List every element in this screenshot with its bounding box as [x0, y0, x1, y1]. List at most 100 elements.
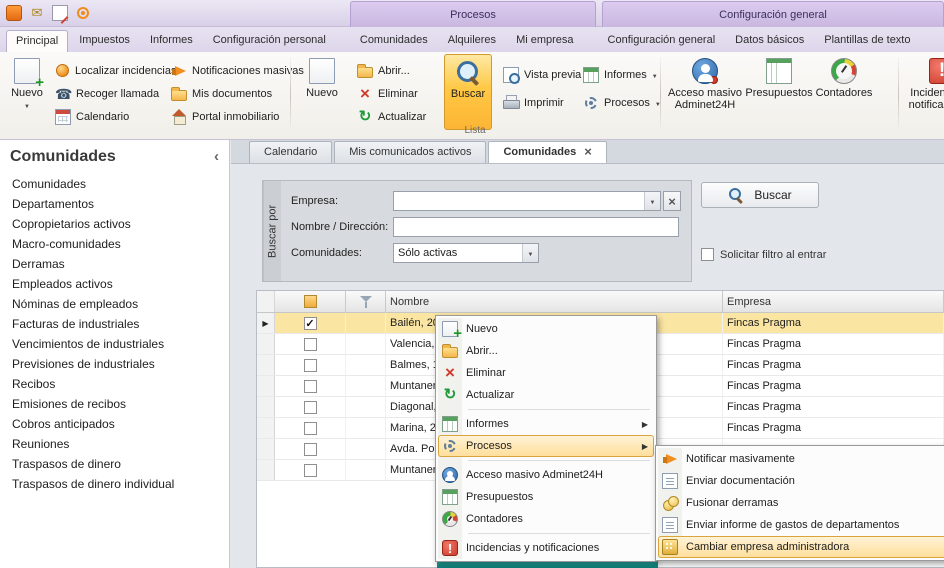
empresa-combobox[interactable] — [393, 191, 661, 211]
menu-item-presupuestos[interactable]: Presupuestos — [438, 486, 654, 508]
preview-button[interactable]: Vista previa — [500, 64, 584, 85]
mail-icon[interactable] — [29, 5, 45, 21]
calls-icon[interactable] — [75, 5, 91, 21]
row-checkbox-cell[interactable] — [275, 376, 346, 396]
request-filter-checkbox-row[interactable]: Solicitar filtro al entrar — [701, 248, 826, 261]
refresh-button[interactable]: Actualizar — [354, 106, 429, 127]
sidebar-item-traspasos-de-dinero-individual[interactable]: Traspasos de dinero individual — [0, 474, 229, 494]
row-checkbox-cell[interactable] — [275, 439, 346, 459]
doc-tab-comunidades[interactable]: Comunidades — [488, 141, 606, 163]
open-button[interactable]: Abrir... — [354, 60, 413, 81]
sidebar-item-empleados-activos[interactable]: Empleados activos — [0, 274, 229, 294]
menu-item-nuevo[interactable]: Nuevo — [438, 318, 654, 340]
delete-button[interactable]: Eliminar — [354, 83, 421, 104]
row-checkbox-cell[interactable] — [275, 460, 346, 480]
row-checkbox[interactable] — [304, 422, 317, 435]
search-button[interactable]: Buscar — [701, 182, 819, 208]
note-icon[interactable] — [52, 5, 68, 21]
tab-datos-basicos[interactable]: Datos básicos — [726, 30, 813, 52]
menu-item-incidencias-y-notificaciones[interactable]: Incidencias y notificaciones — [438, 537, 654, 559]
row-checkbox[interactable] — [304, 338, 317, 351]
real-estate-portal-button[interactable]: Portal inmobiliario — [168, 106, 282, 127]
pickup-call-button[interactable]: Recoger llamada — [52, 83, 162, 104]
tab-plantillas-de-texto[interactable]: Plantillas de texto — [815, 30, 919, 52]
tab-configuracion-personal[interactable]: Configuración personal — [204, 30, 335, 52]
sidebar-item-copropietarios-activos[interactable]: Copropietarios activos — [0, 214, 229, 234]
row-checkbox[interactable] — [304, 464, 317, 477]
doc-tab-mis-comunicados-activos[interactable]: Mis comunicados activos — [334, 141, 486, 163]
search-button-ribbon[interactable]: Buscar — [444, 54, 492, 130]
select-all-checkbox[interactable] — [304, 295, 317, 308]
reports-dropdown-button[interactable]: Informes — [580, 64, 661, 85]
close-icon[interactable] — [584, 141, 592, 164]
menu-item-acceso-masivo-adminet24h[interactable]: Acceso masivo Adminet24H — [438, 464, 654, 486]
sidebar-item-facturas-de-industriales[interactable]: Facturas de industriales — [0, 314, 229, 334]
new-list-item-button[interactable]: Nuevo — [298, 54, 346, 134]
sidebar-item-traspasos-de-dinero[interactable]: Traspasos de dinero — [0, 454, 229, 474]
submenu-item-enviar-documentacion[interactable]: Enviar documentación — [658, 470, 944, 492]
sidebar-item-recibos[interactable]: Recibos — [0, 374, 229, 394]
tab-informes[interactable]: Informes — [141, 30, 202, 52]
sidebar-item-emisiones-de-recibos[interactable]: Emisiones de recibos — [0, 394, 229, 414]
tab-impuestos[interactable]: Impuestos — [70, 30, 139, 52]
menu-item-contadores[interactable]: Contadores — [438, 508, 654, 530]
row-checkbox-cell[interactable] — [275, 313, 346, 333]
tab-principal[interactable]: Principal — [6, 30, 68, 52]
sidebar-item-derramas[interactable]: Derramas — [0, 254, 229, 274]
nombre-direccion-input[interactable] — [394, 218, 678, 236]
column-header-empresa[interactable]: Empresa — [723, 291, 944, 312]
menu-item-eliminar[interactable]: Eliminar — [438, 362, 654, 384]
sidebar-item-vencimientos-de-industriales[interactable]: Vencimientos de industriales — [0, 334, 229, 354]
sidebar-item-cobros-anticipados[interactable]: Cobros anticipados — [0, 414, 229, 434]
submenu-item-notificar-masivamente[interactable]: Notificar masivamente — [658, 448, 944, 470]
request-filter-checkbox[interactable] — [701, 248, 714, 261]
sidebar-item-departamentos[interactable]: Departamentos — [0, 194, 229, 214]
locate-incidents-button[interactable]: Localizar incidencias — [52, 60, 180, 81]
print-button[interactable]: Imprimir — [500, 92, 567, 113]
tab-comunidades[interactable]: Comunidades — [351, 30, 437, 52]
submenu-item-fusionar-derramas[interactable]: Fusionar derramas — [658, 492, 944, 514]
select-all-header[interactable] — [275, 291, 346, 312]
menu-item-informes[interactable]: Informes — [438, 413, 654, 435]
new-split-button[interactable]: Nuevo — [4, 54, 50, 134]
comunidades-combobox[interactable]: Sólo activas — [393, 243, 539, 263]
sidebar-item-nominas-de-empleados[interactable]: Nóminas de empleados — [0, 294, 229, 314]
calendar-button[interactable]: Calendario — [52, 106, 132, 127]
my-documents-button[interactable]: Mis documentos — [168, 83, 275, 104]
counters-button[interactable]: Contadores — [812, 54, 876, 134]
sidebar-item-reuniones[interactable]: Reuniones — [0, 434, 229, 454]
menu-item-actualizar[interactable]: Actualizar — [438, 384, 654, 406]
tab-configuracion-general[interactable]: Configuración general — [599, 30, 725, 52]
tab-alquileres[interactable]: Alquileres — [439, 30, 505, 52]
doc-tab-calendario[interactable]: Calendario — [249, 141, 332, 163]
row-checkbox[interactable] — [304, 380, 317, 393]
row-checkbox-cell[interactable] — [275, 397, 346, 417]
tab-mi-empresa[interactable]: Mi empresa — [507, 30, 582, 52]
row-checkbox-cell[interactable] — [275, 334, 346, 354]
incidents-notifications-button[interactable]: Incidencias y notificaciones — [902, 54, 944, 134]
submenu-item-enviar-informe-de-gastos[interactable]: Enviar informe de gastos de departamento… — [658, 514, 944, 536]
row-checkbox-cell[interactable] — [275, 418, 346, 438]
row-checkbox[interactable] — [304, 443, 317, 456]
menu-item-procesos[interactable]: Procesos — [438, 435, 654, 457]
adminet24h-mass-access-button[interactable]: Acceso masivo Adminet24H — [666, 54, 744, 134]
collapse-chevron-icon[interactable] — [214, 148, 219, 166]
clear-empresa-button[interactable] — [663, 191, 681, 211]
chevron-down-icon[interactable] — [644, 192, 660, 210]
processes-dropdown-button[interactable]: Procesos — [580, 92, 664, 113]
menu-item-abrir[interactable]: Abrir... — [438, 340, 654, 362]
column-header-nombre[interactable]: Nombre — [386, 291, 723, 312]
budgets-button[interactable]: Presupuestos — [748, 54, 810, 134]
row-checkbox[interactable] — [304, 317, 317, 330]
row-checkbox-cell[interactable] — [275, 355, 346, 375]
chevron-down-icon[interactable] — [522, 244, 538, 262]
mass-notifications-button[interactable]: Notificaciones masivas — [168, 60, 307, 81]
sidebar-item-previsiones-de-industriales[interactable]: Previsiones de industriales — [0, 354, 229, 374]
submenu-item-cambiar-empresa-administradora[interactable]: Cambiar empresa administradora — [658, 536, 944, 558]
sidebar-item-comunidades[interactable]: Comunidades — [0, 174, 229, 194]
row-checkbox[interactable] — [304, 359, 317, 372]
filter-column-header[interactable] — [346, 291, 386, 312]
app-icon[interactable] — [6, 5, 22, 21]
row-checkbox[interactable] — [304, 401, 317, 414]
sidebar-item-macro-comunidades[interactable]: Macro-comunidades — [0, 234, 229, 254]
